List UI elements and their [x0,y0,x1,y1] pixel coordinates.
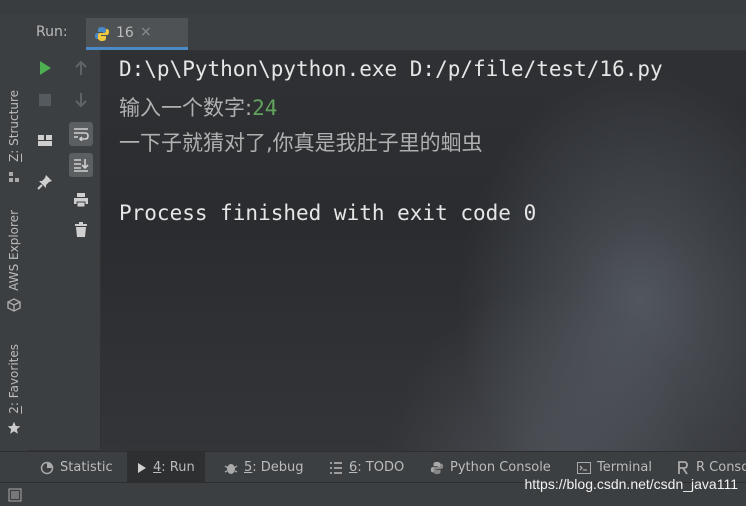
print-button[interactable] [69,188,93,212]
console-prompt-text: 输入一个数字: [119,96,253,120]
rerun-button[interactable] [33,56,57,80]
stop-button[interactable] [33,88,57,112]
scroll-down-button[interactable] [69,88,93,112]
layout-icon [38,135,52,146]
arrow-up-icon [75,60,87,75]
r-console-icon [676,460,690,475]
aws-cube-icon [7,297,21,316]
left-tool-strip: Z: Structure AWS Explorer 2: Favorites [0,14,29,482]
console-response-line: 一下子就猜对了,你真是我肚子里的蛔虫 [119,131,483,155]
python-console-tab-label: Python Console [450,460,551,475]
debug-tool-tab-label: 5: Debug [244,460,304,475]
scroll-to-end-toggle[interactable] [69,153,93,177]
statistic-tab[interactable]: Statistic [40,452,113,483]
console-output[interactable]: D:\p\Python\python.exe D:/p/file/test/16… [101,50,746,450]
star-icon [7,420,21,439]
arrow-down-icon [75,93,87,108]
run-actions-primary [28,50,63,450]
run-tab-label: 16 [116,25,134,41]
aws-explorer-tab-label: AWS Explorer [7,210,21,291]
structure-icon [8,168,20,187]
clear-all-button[interactable] [69,218,93,242]
statistic-icon [40,461,54,475]
todo-tool-tab[interactable]: 6: TODO [329,452,404,483]
close-tab-icon[interactable]: × [140,24,152,40]
bug-icon [224,461,238,475]
terminal-tab-label: Terminal [597,460,652,475]
restore-layout-button[interactable] [33,128,57,152]
top-strip [0,0,746,14]
soft-wrap-icon [74,128,89,141]
printer-icon [74,193,88,208]
scroll-up-button[interactable] [69,56,93,80]
debug-tool-tab[interactable]: 5: Debug [224,452,304,483]
trash-icon [75,222,87,237]
status-toggle-icon[interactable] [8,487,22,506]
structure-tool-tab[interactable]: Z: Structure [0,90,28,187]
scroll-to-end-icon [74,159,89,172]
python-console-icon [430,461,444,475]
structure-tab-label: Z: Structure [7,90,21,162]
todo-list-icon [329,461,343,475]
run-actions-secondary [62,50,101,450]
run-tab-play-icon [137,462,147,474]
run-tool-tab-label: 4: Run [153,460,195,475]
terminal-icon [577,461,591,475]
console-user-input: 24 [252,96,278,120]
pin-icon [37,175,52,190]
console-prompt-line: 输入一个数字:24 [119,92,277,122]
run-label: Run: [36,24,68,40]
aws-explorer-tool-tab[interactable]: AWS Explorer [0,210,28,316]
run-tab-16[interactable]: 16 × [86,18,188,50]
run-tool-header: Run: 16 × [28,14,746,51]
favorites-tool-tab[interactable]: 2: Favorites [0,344,28,439]
statistic-tab-label: Statistic [60,460,113,475]
console-exit-line: Process finished with exit code 0 [119,201,537,225]
play-icon [40,61,51,75]
todo-tool-tab-label: 6: TODO [349,460,405,475]
r-console-tab-label: R Conso [696,460,746,475]
run-tool-tab[interactable]: 4: Run [127,452,205,483]
pin-tab-button[interactable] [33,170,57,194]
stop-icon [39,94,51,106]
soft-wrap-toggle[interactable] [69,122,93,146]
favorites-tab-label: 2: Favorites [7,344,21,414]
python-icon [94,26,110,46]
console-command-line: D:\p\Python\python.exe D:/p/file/test/16… [119,57,663,81]
blog-watermark: https://blog.csdn.net/csdn_java111 [524,476,738,492]
